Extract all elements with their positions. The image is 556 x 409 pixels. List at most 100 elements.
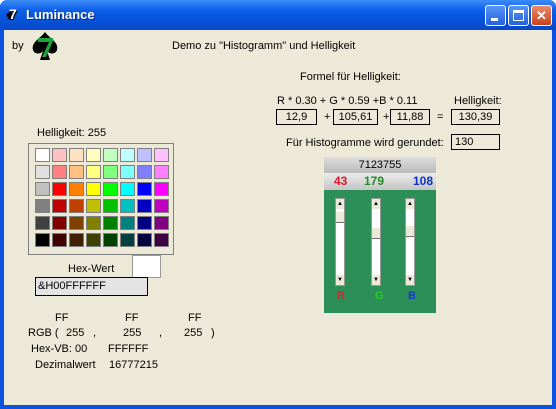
rgb-readout-bar: 43 179 108 [324, 173, 436, 190]
rgb-close: ) [211, 327, 215, 339]
plus-sign: + [324, 111, 331, 123]
color-swatch[interactable] [103, 182, 118, 196]
color-swatch[interactable] [35, 199, 50, 213]
brightness-result-box: 130,39 [451, 109, 500, 125]
color-swatch[interactable] [154, 182, 169, 196]
color-swatch[interactable] [137, 233, 152, 247]
g-slider[interactable]: ▲ ▼ [371, 198, 381, 286]
scroll-up-arrow-icon[interactable]: ▲ [406, 199, 414, 209]
hex-value-label: Hex-Wert [68, 263, 115, 275]
histogram-value-bar: 7123755 [324, 157, 436, 174]
hex-b-value: FF [188, 312, 202, 324]
color-swatch[interactable] [52, 233, 67, 247]
r-readout: 43 [334, 174, 348, 188]
hex-value-field[interactable]: &H00FFFFFF [35, 277, 148, 296]
b-term-box: 11,88 [390, 109, 430, 125]
comma: , [93, 327, 97, 339]
brightness-result-label: Helligkeit: [454, 95, 502, 107]
hex-g-value: FF [125, 312, 139, 324]
spade-logo-icon: ♠ 7 [6, 6, 17, 23]
color-swatch[interactable] [69, 148, 84, 162]
palette-brightness-label: Helligkeit: 255 [37, 127, 107, 139]
hex-color-swatch [132, 255, 161, 278]
color-swatch[interactable] [120, 165, 135, 179]
g-slider-thumb[interactable] [372, 227, 380, 239]
color-swatch[interactable] [86, 233, 101, 247]
formula-expression: R * 0.30 + G * 0.59 +B * 0.11 [277, 95, 418, 107]
color-swatch[interactable] [137, 199, 152, 213]
color-swatch[interactable] [35, 148, 50, 162]
color-swatch[interactable] [52, 148, 67, 162]
r-channel-label: R [337, 290, 345, 302]
color-swatch[interactable] [120, 199, 135, 213]
close-button[interactable]: ✕ [531, 5, 552, 26]
color-swatch[interactable] [120, 233, 135, 247]
color-swatch[interactable] [120, 182, 135, 196]
minimize-icon [491, 18, 498, 21]
g-readout: 179 [364, 174, 385, 188]
color-swatch[interactable] [69, 233, 84, 247]
color-swatch[interactable] [35, 182, 50, 196]
color-swatch[interactable] [52, 182, 67, 196]
color-swatch[interactable] [86, 148, 101, 162]
color-swatch[interactable] [137, 165, 152, 179]
color-swatch[interactable] [154, 233, 169, 247]
rgb-r-value: 255 [66, 327, 85, 339]
plus-sign: + [383, 111, 390, 123]
equals-sign: = [437, 111, 444, 123]
color-swatch[interactable] [103, 165, 118, 179]
minimize-button[interactable] [485, 5, 506, 26]
scroll-down-arrow-icon[interactable]: ▼ [406, 275, 414, 285]
color-swatch[interactable] [103, 199, 118, 213]
hexvb-value: FFFFFF [108, 343, 149, 355]
window-title: Luminance [26, 7, 95, 22]
hexvb-label: Hex-VB: 00 [31, 343, 88, 355]
color-swatch[interactable] [35, 233, 50, 247]
color-swatch[interactable] [137, 148, 152, 162]
color-swatch[interactable] [52, 165, 67, 179]
color-swatch[interactable] [120, 216, 135, 230]
close-icon: ✕ [536, 8, 547, 23]
b-slider[interactable]: ▲ ▼ [405, 198, 415, 286]
color-swatch[interactable] [103, 216, 118, 230]
color-swatch[interactable] [35, 216, 50, 230]
color-swatch[interactable] [86, 216, 101, 230]
color-swatch[interactable] [154, 148, 169, 162]
color-swatch[interactable] [69, 199, 84, 213]
color-swatch[interactable] [103, 148, 118, 162]
color-swatch[interactable] [86, 199, 101, 213]
color-swatch[interactable] [69, 216, 84, 230]
color-swatch[interactable] [154, 216, 169, 230]
app-window: ♠ 7 Luminance ✕ by Demo zu "Histogramm" u… [0, 0, 556, 409]
color-swatch[interactable] [69, 182, 84, 196]
title-bar[interactable]: ♠ 7 Luminance ✕ [0, 0, 556, 30]
r-slider-thumb[interactable] [336, 211, 344, 223]
color-swatch[interactable] [137, 216, 152, 230]
color-swatch[interactable] [86, 165, 101, 179]
g-term-box: 105,61 [333, 109, 378, 125]
r-slider[interactable]: ▲ ▼ [335, 198, 345, 286]
rgb-g-value: 255 [123, 327, 142, 339]
scroll-up-arrow-icon[interactable]: ▲ [372, 199, 380, 209]
formula-title: Formel für Helligkeit: [300, 71, 401, 83]
color-swatch[interactable] [120, 148, 135, 162]
b-slider-thumb[interactable] [406, 225, 414, 237]
maximize-button[interactable] [508, 5, 529, 26]
color-swatch[interactable] [154, 199, 169, 213]
rgb-b-value: 255 [184, 327, 203, 339]
color-swatch[interactable] [103, 233, 118, 247]
maximize-icon [513, 10, 524, 21]
color-swatch[interactable] [52, 216, 67, 230]
color-swatch[interactable] [137, 182, 152, 196]
spade-seven-logo-icon [28, 30, 62, 62]
scroll-up-arrow-icon[interactable]: ▲ [336, 199, 344, 209]
color-swatch[interactable] [154, 165, 169, 179]
scroll-down-arrow-icon[interactable]: ▼ [372, 275, 380, 285]
color-swatch[interactable] [35, 165, 50, 179]
g-channel-label: G [375, 290, 384, 302]
color-swatch[interactable] [86, 182, 101, 196]
color-swatch[interactable] [69, 165, 84, 179]
color-swatch[interactable] [52, 199, 67, 213]
scroll-down-arrow-icon[interactable]: ▼ [336, 275, 344, 285]
hex-r-value: FF [55, 312, 69, 324]
